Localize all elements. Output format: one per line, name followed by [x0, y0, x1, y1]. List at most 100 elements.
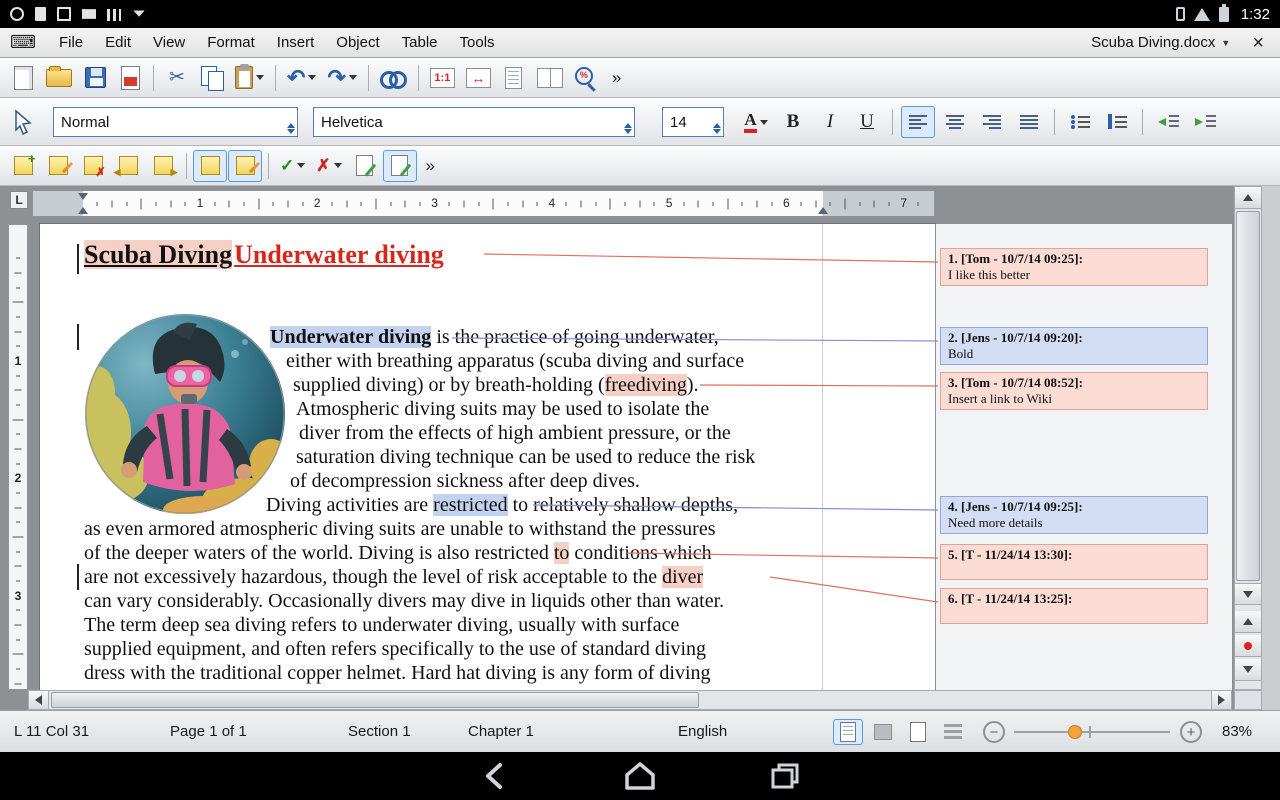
bold-button[interactable]: B: [776, 106, 810, 138]
insert-comment-button[interactable]: +: [6, 150, 40, 182]
undo-button[interactable]: ↶: [282, 62, 321, 94]
vertical-scrollbar[interactable]: [1234, 186, 1262, 690]
save-button[interactable]: [78, 62, 112, 94]
comment-card[interactable]: 5. [T - 11/24/14 13:30]:: [940, 544, 1208, 580]
zoom-out-button[interactable]: −: [983, 721, 1005, 743]
zoom-in-button[interactable]: +: [1180, 721, 1202, 743]
combo-spinner-icon[interactable]: [624, 123, 632, 134]
find-button[interactable]: [375, 62, 412, 94]
scroll-left-button[interactable]: [29, 691, 49, 709]
align-left-button[interactable]: [901, 106, 935, 138]
accept-change-button[interactable]: ✓: [275, 150, 310, 182]
paste-button[interactable]: [230, 62, 269, 94]
section-indicator[interactable]: Section 1: [348, 711, 411, 752]
comment-card[interactable]: 6. [T - 11/24/14 13:25]:: [940, 588, 1208, 624]
comment-card[interactable]: 4. [Jens - 10/7/14 09:25]:Need more deta…: [940, 496, 1208, 534]
font-size-select[interactable]: 14: [662, 107, 724, 137]
paragraph-style-select[interactable]: Normal: [53, 107, 298, 137]
document-page[interactable]: Scuba DivingUnderwater diving: [40, 224, 935, 690]
new-document-button[interactable]: [6, 62, 40, 94]
menu-file[interactable]: File: [48, 28, 94, 57]
increase-indent-button[interactable]: [1188, 106, 1222, 138]
home-button[interactable]: [615, 752, 665, 800]
next-object-button[interactable]: [1235, 659, 1261, 681]
scroll-up-button[interactable]: [1235, 187, 1261, 209]
two-page-view-button[interactable]: [532, 62, 568, 94]
horizontal-scroll-thumb[interactable]: [51, 692, 699, 708]
menu-edit[interactable]: Edit: [94, 28, 142, 57]
toolbar-overflow-button[interactable]: »: [426, 156, 435, 176]
left-indent-marker[interactable]: [78, 207, 88, 214]
recents-button[interactable]: [760, 752, 810, 800]
decrease-indent-button[interactable]: [1151, 106, 1185, 138]
combo-spinner-icon[interactable]: [287, 123, 295, 134]
review-changes-button[interactable]: [348, 150, 382, 182]
text-line: Underwater diving is the practice of goi…: [270, 325, 719, 349]
comment-card[interactable]: 3. [Tom - 10/7/14 08:52]:Insert a link t…: [940, 372, 1208, 410]
redo-button[interactable]: ↷: [322, 62, 361, 94]
vertical-ruler[interactable]: 123: [8, 224, 28, 690]
keyboard-icon[interactable]: ⌨: [10, 32, 36, 53]
horizontal-scrollbar[interactable]: [28, 690, 1232, 710]
comments-pane-button[interactable]: [228, 150, 262, 182]
vertical-scroll-thumb[interactable]: [1236, 211, 1260, 581]
document-title[interactable]: Scuba Diving.docx ▼: [1091, 34, 1230, 51]
view-page-layout-button[interactable]: [833, 719, 863, 745]
page-view-button[interactable]: [497, 62, 531, 94]
previous-object-button[interactable]: [1235, 611, 1261, 633]
menu-view[interactable]: View: [142, 28, 196, 57]
menu-tools[interactable]: Tools: [449, 28, 506, 57]
zoom-slider-thumb[interactable]: [1068, 725, 1082, 739]
zoom-button[interactable]: %: [569, 62, 603, 94]
cut-button[interactable]: ✂: [160, 62, 194, 94]
page-indicator[interactable]: Page 1 of 1: [170, 711, 247, 752]
edit-comment-button[interactable]: [41, 150, 75, 182]
view-outline-button[interactable]: [903, 719, 933, 745]
comment-card[interactable]: 1. [Tom - 10/7/14 09:25]:I like this bet…: [940, 248, 1208, 286]
menu-insert[interactable]: Insert: [266, 28, 326, 57]
italic-button[interactable]: I: [813, 106, 847, 138]
copy-button[interactable]: [195, 62, 229, 94]
menu-format[interactable]: Format: [196, 28, 266, 57]
scroll-down-button[interactable]: [1235, 583, 1261, 605]
delete-comment-button[interactable]: ✗: [76, 150, 110, 182]
toolbar-overflow-button[interactable]: »: [612, 68, 621, 88]
combo-spinner-icon[interactable]: [713, 123, 721, 134]
language-indicator[interactable]: English: [678, 711, 727, 752]
fit-width-button[interactable]: ↔: [461, 62, 496, 94]
zoom-slider-track[interactable]: [1014, 731, 1170, 733]
select-mode-button[interactable]: [6, 106, 40, 138]
close-document-icon[interactable]: ×: [1246, 33, 1270, 53]
track-changes-button[interactable]: [383, 150, 417, 182]
scuba-diver-image[interactable]: [85, 314, 285, 514]
align-justify-button[interactable]: [1012, 106, 1046, 138]
view-draft-button[interactable]: [868, 719, 898, 745]
next-comment-button[interactable]: ▶: [146, 150, 180, 182]
comment-card[interactable]: 2. [Jens - 10/7/14 09:20]:Bold: [940, 327, 1208, 365]
menu-table[interactable]: Table: [391, 28, 449, 57]
back-button[interactable]: [470, 752, 520, 800]
previous-comment-button[interactable]: ◀: [111, 150, 145, 182]
browse-select-button[interactable]: [1235, 635, 1261, 657]
scroll-right-button[interactable]: [1211, 691, 1231, 709]
align-center-button[interactable]: [938, 106, 972, 138]
menu-object[interactable]: Object: [325, 28, 390, 57]
reject-change-button[interactable]: ✗: [311, 150, 346, 182]
show-comments-button[interactable]: [193, 150, 227, 182]
first-line-indent-marker[interactable]: [78, 193, 88, 200]
open-button[interactable]: [41, 62, 77, 94]
underline-button[interactable]: U: [850, 106, 884, 138]
horizontal-ruler[interactable]: 1234567: [32, 190, 935, 217]
align-right-button[interactable]: [975, 106, 1009, 138]
tab-selector[interactable]: L: [10, 191, 28, 209]
export-pdf-button[interactable]: [113, 62, 147, 94]
numbered-list-button[interactable]: [1100, 106, 1134, 138]
actual-size-button[interactable]: 1:1: [425, 62, 460, 94]
font-name-select[interactable]: Helvetica: [313, 107, 635, 137]
right-indent-marker[interactable]: [818, 207, 828, 214]
font-color-button[interactable]: A: [739, 106, 773, 138]
bullet-list-button[interactable]: [1063, 106, 1097, 138]
chapter-indicator[interactable]: Chapter 1: [468, 711, 534, 752]
view-continuous-button[interactable]: [938, 719, 968, 745]
outline-view-icon: [910, 722, 926, 742]
